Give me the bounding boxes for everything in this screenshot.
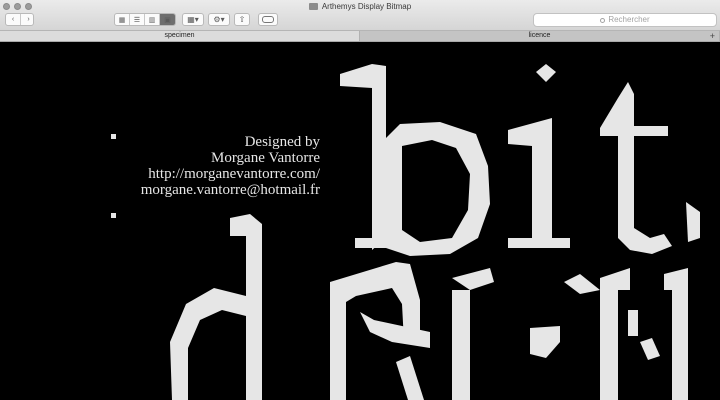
folder-icon [308,3,318,10]
chevron-right-icon: › [27,16,30,23]
history-navigation: ‹ › [5,13,34,26]
glyph-t [600,82,672,254]
window-title: Arthemys Display Bitmap [0,2,720,11]
plus-icon: + [709,31,715,41]
glyph-fragment-right [686,202,700,242]
share-button[interactable]: ⇧ [234,13,250,26]
tag-icon [262,16,274,23]
forward-button[interactable]: › [21,14,33,25]
specimen-glyphs [170,64,700,400]
icon-view-icon: ▦ [118,16,126,24]
window-title-text: Arthemys Display Bitmap [321,2,412,11]
group-icon: ▦▾ [187,15,199,24]
cover-flow-icon: ▣ [164,16,171,24]
back-button[interactable]: ‹ [6,14,21,25]
add-tab-button[interactable]: + [710,31,715,42]
search-icon [600,18,606,23]
icon-view-button[interactable]: ▦ [115,14,130,25]
tab-specimen[interactable]: specimen [0,31,360,41]
action-button[interactable]: ⚙▾ [208,13,230,26]
list-view-icon: ☰ [133,16,141,24]
credit-email: morgane.vantorre@hotmail.fr [140,182,320,198]
glyph-b [340,64,490,256]
cover-flow-button[interactable]: ▣ [160,14,175,25]
glyph-p [330,262,430,400]
group-button[interactable]: ▦▾ [182,13,204,26]
glyph-line-1 [340,64,700,256]
credit-designer-name: Morgane Vantorre [211,150,320,166]
finder-window: Arthemys Display Bitmap ‹ › ▦ ☰ ▥ ▣ ▦▾ ⚙… [0,0,720,400]
column-view-icon: ▥ [148,16,156,24]
list-view-button[interactable]: ☰ [130,14,145,25]
share-icon: ⇧ [238,15,246,24]
specimen-preview: Designed by Morgane Vantorre http://morg… [0,42,720,400]
tab-bar: specimen licence [0,31,720,42]
credit-website: http://morganevantorre.com/ [148,166,320,182]
toolbar: Arthemys Display Bitmap ‹ › ▦ ☰ ▥ ▣ ▦▾ ⚙… [0,0,720,31]
credit-designed-by: Designed by [244,134,320,150]
glyph-i [508,64,570,248]
ornament-dot-bottom [111,213,116,218]
search-field[interactable]: Rechercher [533,13,717,27]
glyph-u [452,268,688,400]
designer-credits: Designed by Morgane Vantorre http://morg… [100,134,320,198]
view-mode-selector: ▦ ☰ ▥ ▣ [114,13,176,26]
chevron-left-icon: ‹ [11,16,15,23]
tab-licence[interactable]: licence [360,31,720,41]
search-placeholder: Rechercher [608,15,650,24]
column-view-button[interactable]: ▥ [145,14,160,25]
tag-button[interactable] [258,13,278,26]
glyph-d [170,214,262,400]
gear-icon: ⚙▾ [213,15,225,24]
